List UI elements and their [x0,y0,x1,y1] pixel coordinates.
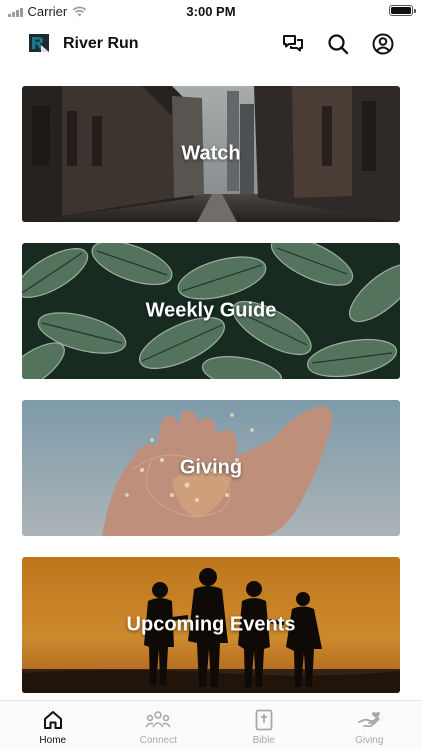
app-header: River Run [0,26,422,62]
search-icon [328,34,349,55]
profile-button[interactable] [370,31,396,57]
app-title: River Run [63,35,139,52]
upcoming-events-card[interactable]: Upcoming Events [22,557,400,693]
giving-card-label: Giving [179,456,243,479]
tab-bar: Home Connect Bible Giving [0,700,422,750]
upcoming-events-card-label: Upcoming Events [126,613,296,636]
giving-card[interactable]: Giving [22,400,400,536]
battery-icon [389,5,416,16]
tab-giving-label: Giving [355,735,384,746]
home-icon [43,711,62,729]
bible-icon [255,709,273,731]
tab-bible-label: Bible [252,735,275,746]
weekly-guide-card-label: Weekly Guide [145,299,277,322]
tab-bible[interactable]: Bible [211,701,317,750]
search-button[interactable] [325,31,351,57]
status-bar: Carrier 3:00 PM [0,0,422,22]
profile-icon [372,33,394,55]
watch-card[interactable]: Watch [22,86,400,222]
people-icon [145,711,171,728]
tab-home-label: Home [39,735,67,746]
status-time: 3:00 PM [186,4,236,19]
chat-button[interactable] [280,31,306,57]
giving-hand-icon [358,712,381,727]
tab-connect-label: Connect [139,735,177,746]
river-run-logo [29,34,49,52]
tab-home[interactable]: Home [0,701,106,750]
tab-giving[interactable]: Giving [317,701,422,750]
chat-icon [283,35,303,52]
weekly-guide-card[interactable]: Weekly Guide [22,243,400,379]
watch-card-label: Watch [181,142,241,165]
tab-connect[interactable]: Connect [106,701,212,750]
